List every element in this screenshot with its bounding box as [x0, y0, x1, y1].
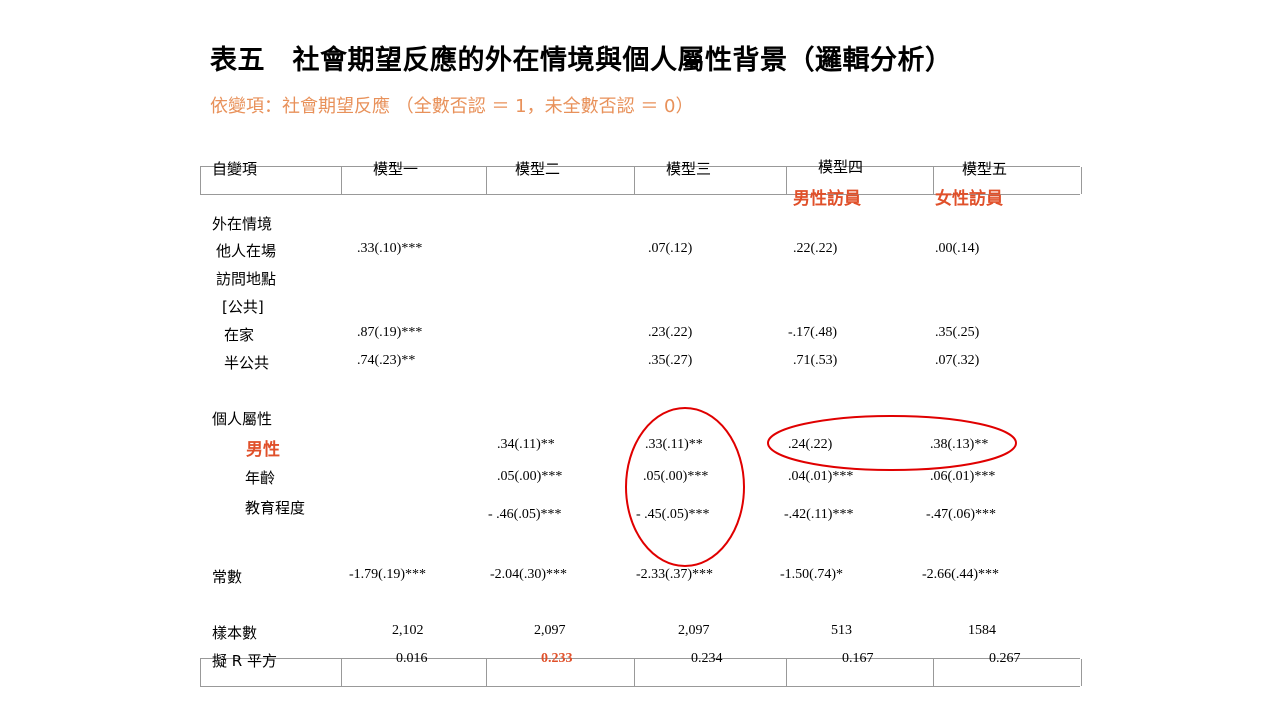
annotation-layer: [625, 407, 1017, 567]
annotation-circle-model3: [625, 407, 745, 567]
annotation-circle-gender-row: [767, 415, 1017, 471]
